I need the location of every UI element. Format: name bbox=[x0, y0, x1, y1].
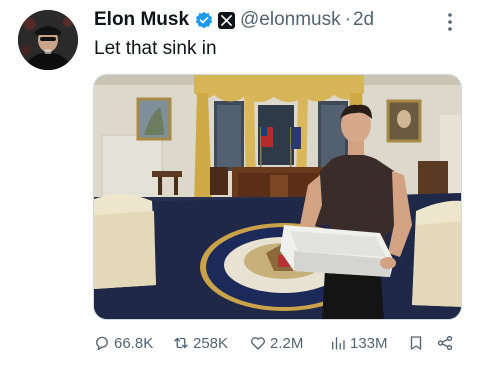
x-logo-icon[interactable] bbox=[218, 11, 236, 29]
tweet[interactable]: Elon Musk @elonmusk · 2d Let that sink i… bbox=[0, 0, 480, 367]
repost-icon bbox=[174, 337, 188, 349]
views-button[interactable]: 133M bbox=[329, 334, 388, 352]
author-handle[interactable]: @elonmusk bbox=[240, 9, 341, 31]
like-button[interactable]: 2.2M bbox=[249, 334, 303, 352]
post-image[interactable] bbox=[93, 74, 462, 320]
like-count: 2.2M bbox=[270, 334, 304, 352]
reply-icon bbox=[96, 336, 108, 351]
reply-button[interactable]: 66.8K bbox=[93, 334, 153, 352]
post-time[interactable]: 2d bbox=[353, 9, 374, 31]
post-text: Let that sink in bbox=[94, 38, 217, 59]
more-vertical-icon[interactable] bbox=[443, 12, 457, 32]
share-icon bbox=[437, 335, 453, 351]
share-button[interactable] bbox=[436, 334, 457, 352]
views-count: 133M bbox=[350, 334, 388, 352]
bookmark-button[interactable] bbox=[407, 334, 428, 352]
post-header: Elon Musk @elonmusk · 2d bbox=[94, 6, 374, 34]
avatar[interactable] bbox=[18, 10, 78, 70]
separator: · bbox=[344, 9, 351, 30]
views-icon bbox=[332, 337, 345, 350]
reply-count: 66.8K bbox=[114, 334, 154, 352]
verified-badge-icon[interactable] bbox=[195, 11, 213, 29]
like-icon bbox=[251, 337, 265, 350]
repost-button[interactable]: 258K bbox=[172, 334, 228, 352]
action-bar: 66.8K 258K 2.2M 133M bbox=[93, 330, 463, 358]
author-name[interactable]: Elon Musk bbox=[94, 9, 189, 31]
bookmark-icon bbox=[410, 336, 422, 350]
repost-count: 258K bbox=[193, 334, 229, 352]
